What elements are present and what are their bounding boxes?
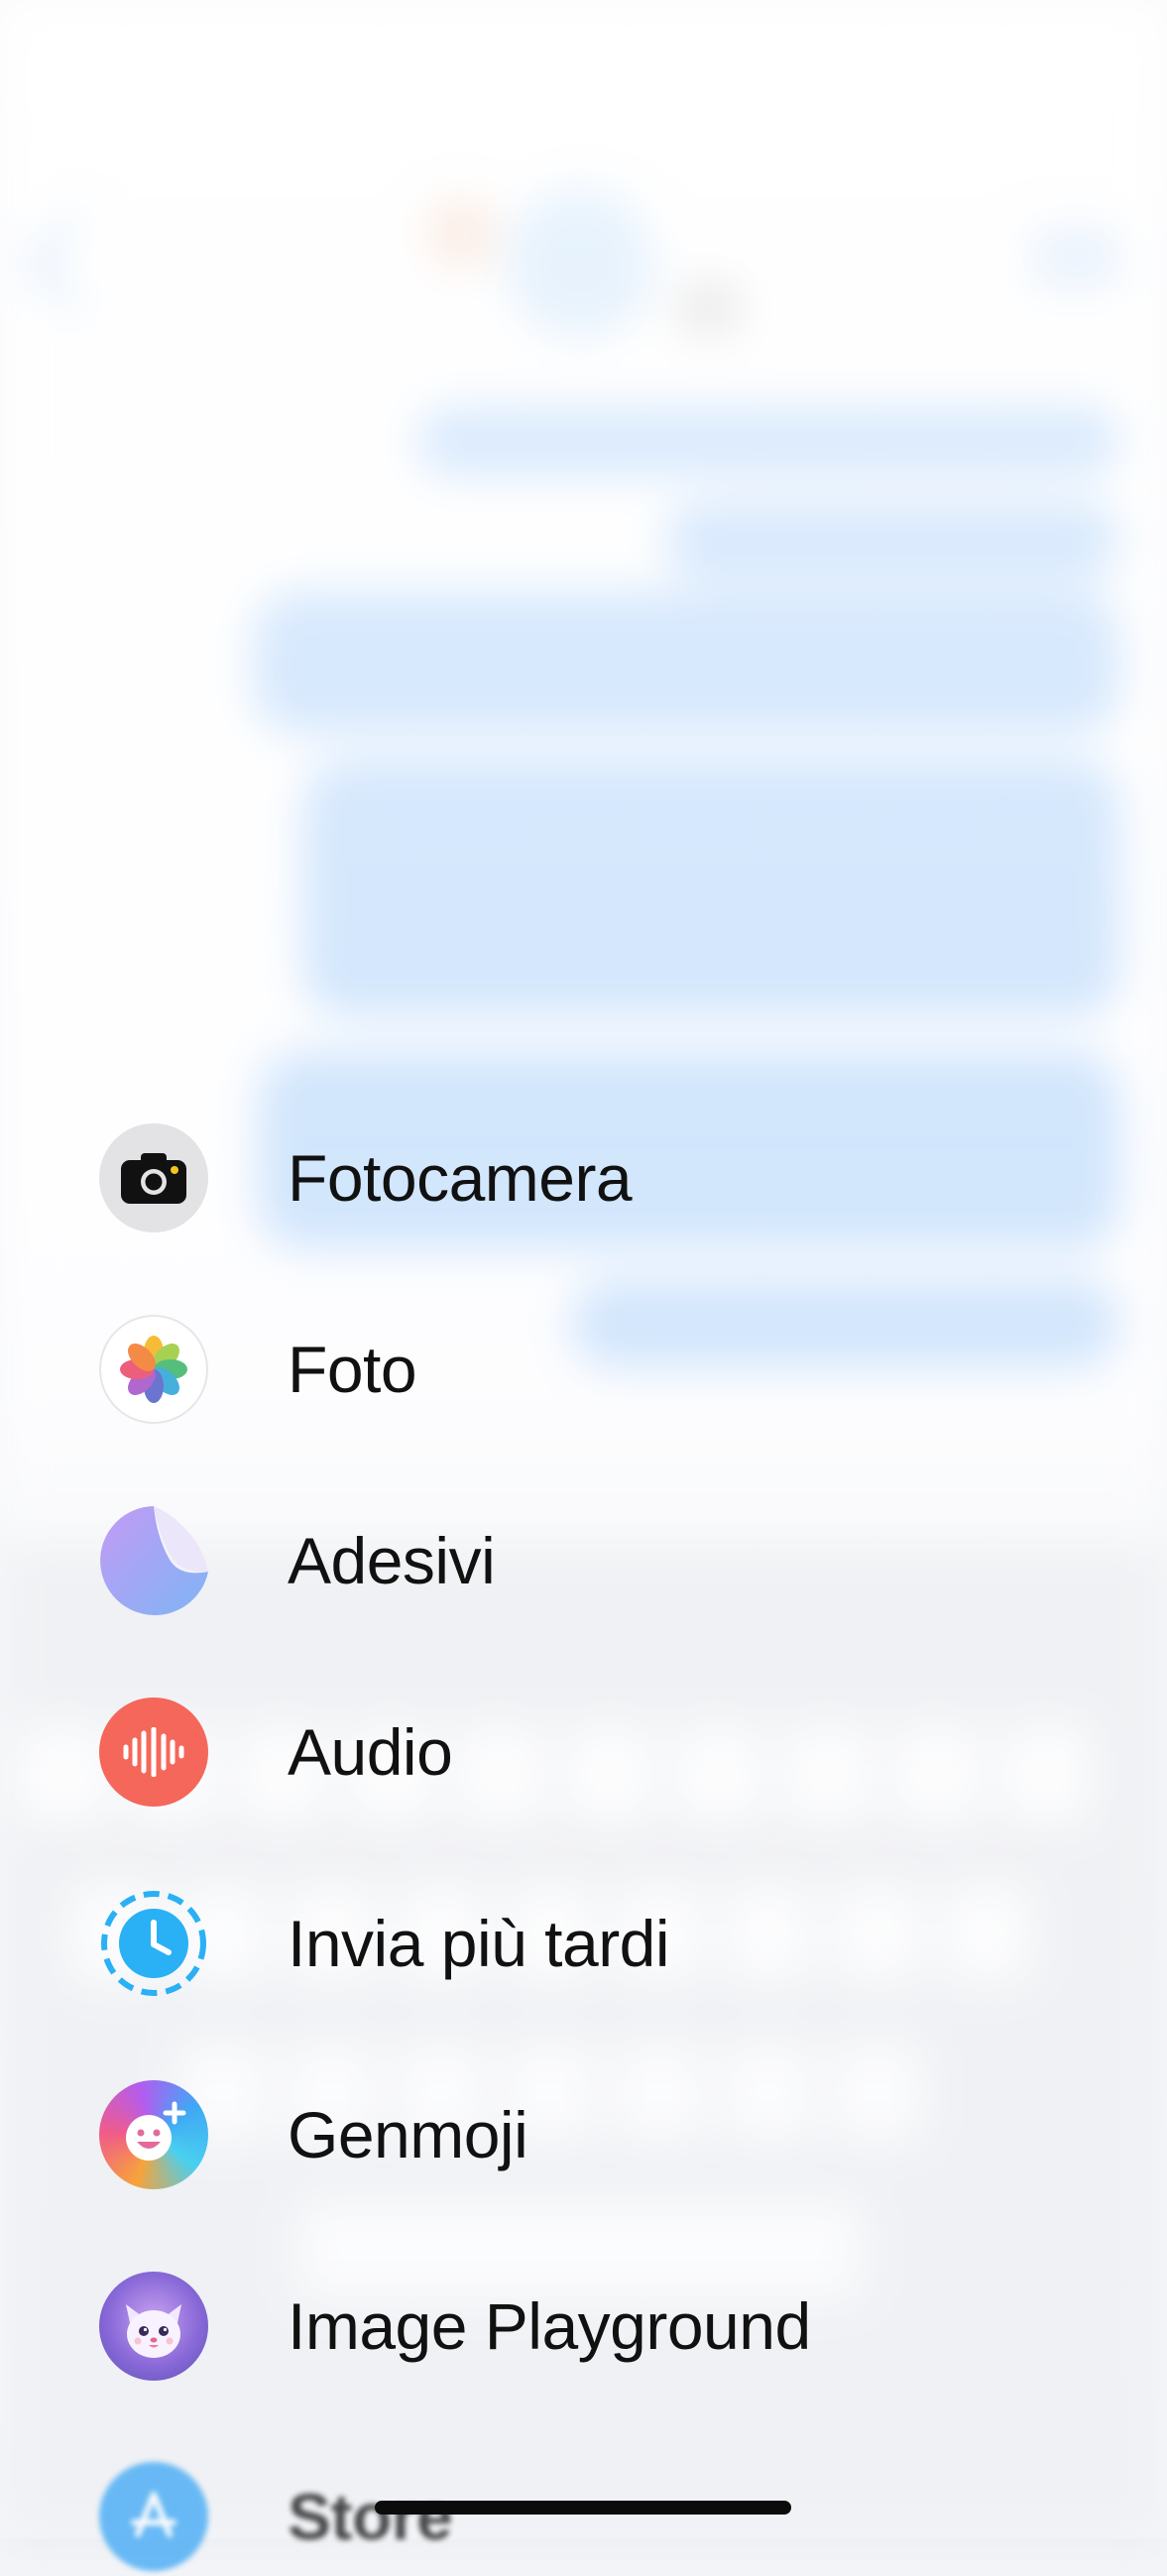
menu-item-store[interactable]: Store — [99, 2457, 992, 2576]
menu-item-photos[interactable]: Foto — [99, 1310, 992, 1429]
menu-item-audio[interactable]: Audio — [99, 1693, 992, 1812]
menu-item-label: Store — [288, 2480, 453, 2553]
menu-item-label: Invia più tardi — [288, 1907, 670, 1980]
menu-item-label: Genmoji — [288, 2098, 528, 2171]
camera-icon — [99, 1123, 208, 1232]
genmoji-icon — [99, 2080, 208, 2189]
menu-item-label: Image Playground — [288, 2289, 811, 2363]
image-playground-icon — [99, 2272, 208, 2381]
menu-item-label: Audio — [288, 1715, 453, 1789]
menu-item-genmoji[interactable]: Genmoji — [99, 2075, 992, 2194]
photos-icon — [99, 1315, 208, 1424]
attachment-menu: Fotocamera Foto Adesivi Audio Invia più … — [0, 0, 1167, 2571]
menu-item-label: Adesivi — [288, 1524, 496, 1597]
menu-item-stickers[interactable]: Adesivi — [99, 1501, 992, 1620]
menu-item-send-later[interactable]: Invia più tardi — [99, 1884, 992, 2003]
stickers-icon — [99, 1506, 208, 1615]
menu-item-image-playground[interactable]: Image Playground — [99, 2267, 992, 2386]
clock-dashed-icon — [99, 1889, 208, 1998]
home-indicator[interactable] — [375, 2501, 791, 2515]
app-store-icon — [99, 2462, 208, 2571]
menu-item-label: Foto — [288, 1333, 417, 1406]
menu-item-camera[interactable]: Fotocamera — [99, 1118, 992, 1237]
audio-waveform-icon — [99, 1698, 208, 1807]
menu-item-label: Fotocamera — [288, 1141, 633, 1215]
